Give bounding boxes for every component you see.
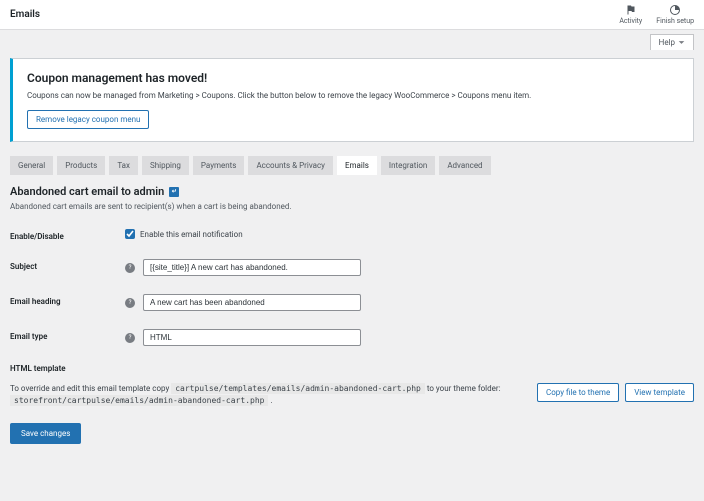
tab-advanced[interactable]: Advanced <box>439 156 490 175</box>
view-template-button[interactable]: View template <box>625 383 694 402</box>
help-icon[interactable]: ? <box>125 263 135 273</box>
progress-icon <box>669 4 681 16</box>
tab-integration[interactable]: Integration <box>381 156 435 175</box>
heading-label: Email heading <box>10 294 125 306</box>
tab-payments[interactable]: Payments <box>193 156 245 175</box>
section-desc: Abandoned cart emails are sent to recipi… <box>10 202 694 211</box>
type-select[interactable] <box>143 329 361 346</box>
type-label: Email type <box>10 329 125 341</box>
help-icon[interactable]: ? <box>125 298 135 308</box>
subject-label: Subject <box>10 259 125 271</box>
heading-input[interactable] <box>143 294 361 311</box>
notice-title: Coupon management has moved! <box>27 71 679 85</box>
activity-button[interactable]: Activity <box>619 4 642 25</box>
section-title: Abandoned cart email to admin <box>10 185 164 198</box>
finish-setup-button[interactable]: Finish setup <box>656 4 694 25</box>
subject-input[interactable] <box>143 259 361 276</box>
tab-products[interactable]: Products <box>57 156 105 175</box>
enable-checkbox-wrap[interactable]: Enable this email notification <box>125 229 243 239</box>
enable-label: Enable/Disable <box>10 229 125 241</box>
tab-emails[interactable]: Emails <box>337 156 377 175</box>
notice-coupon-moved: Coupon management has moved! Coupons can… <box>10 58 694 142</box>
tab-tax[interactable]: Tax <box>109 156 138 175</box>
remove-legacy-coupon-button[interactable]: Remove legacy coupon menu <box>27 110 149 129</box>
template-title: HTML template <box>10 364 694 373</box>
template-path-dest: storefront/cartpulse/emails/admin-abando… <box>10 395 268 406</box>
settings-tabs: GeneralProductsTaxShippingPaymentsAccoun… <box>10 156 694 175</box>
enable-checkbox[interactable] <box>125 229 135 239</box>
help-tab[interactable]: Help <box>650 34 694 50</box>
back-icon[interactable]: ↵ <box>169 187 179 197</box>
tab-accounts-privacy[interactable]: Accounts & Privacy <box>248 156 333 175</box>
tab-general[interactable]: General <box>10 156 53 175</box>
flag-icon <box>625 4 637 16</box>
template-desc: To override and edit this email template… <box>10 383 527 407</box>
tab-shipping[interactable]: Shipping <box>142 156 189 175</box>
page-title: Emails <box>10 9 40 20</box>
copy-file-button[interactable]: Copy file to theme <box>537 383 619 402</box>
notice-body: Coupons can now be managed from Marketin… <box>27 91 679 100</box>
template-path-source: cartpulse/templates/emails/admin-abandon… <box>171 383 425 394</box>
chevron-down-icon <box>678 39 685 46</box>
help-icon[interactable]: ? <box>125 333 135 343</box>
save-button[interactable]: Save changes <box>10 423 81 444</box>
